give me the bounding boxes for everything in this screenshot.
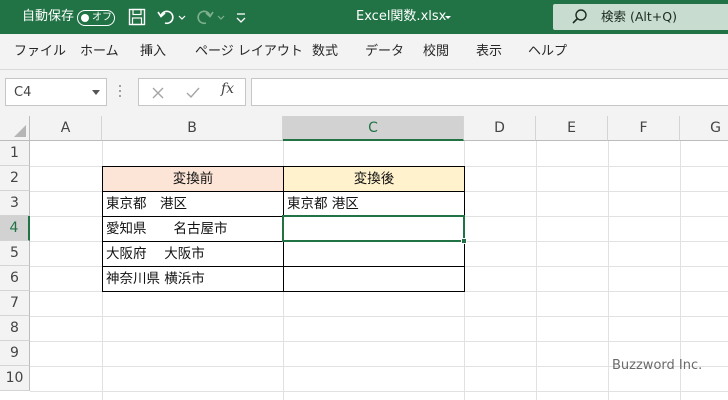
column-header-d[interactable]: D: [464, 116, 536, 141]
formula-bar: C4 fx: [0, 70, 728, 116]
autosave-toggle[interactable]: オフ: [77, 10, 115, 26]
menu-review[interactable]: 校閲: [423, 34, 449, 70]
column-header-c[interactable]: C: [283, 116, 464, 141]
row-header-5[interactable]: 5: [0, 241, 30, 266]
column-header-b[interactable]: B: [102, 116, 283, 141]
row-header-8[interactable]: 8: [0, 316, 30, 341]
toggle-knob: [81, 13, 89, 22]
document-title[interactable]: Excel関数.xlsx: [356, 0, 446, 34]
column-header-e[interactable]: E: [536, 116, 608, 141]
search-icon: [572, 9, 587, 24]
select-all-triangle-icon: [14, 125, 26, 137]
watermark: Buzzword Inc.: [612, 358, 703, 373]
select-all-button[interactable]: [0, 116, 30, 141]
name-box[interactable]: C4: [5, 78, 107, 106]
insert-function-icon[interactable]: fx: [221, 81, 234, 97]
cancel-icon[interactable]: [149, 84, 167, 102]
search-placeholder: 検索 (Alt+Q): [601, 9, 677, 24]
save-icon[interactable]: [127, 7, 147, 27]
gridline: [608, 141, 609, 400]
formula-input[interactable]: [251, 78, 728, 106]
search-box[interactable]: 検索 (Alt+Q): [553, 4, 728, 30]
undo-icon[interactable]: [156, 7, 176, 27]
row-header-9[interactable]: 9: [0, 341, 30, 366]
gridline: [30, 316, 728, 317]
menu-data[interactable]: データ: [365, 34, 404, 70]
row-header-3[interactable]: 3: [0, 191, 30, 216]
redo-dropdown-icon[interactable]: [215, 7, 227, 27]
column-header-a[interactable]: A: [30, 116, 102, 141]
title-bar: 自動保存 オフ Excel関数.xlsx 検索 (Alt+Q): [0, 0, 728, 34]
column-header-f[interactable]: F: [608, 116, 680, 141]
column-header-g[interactable]: G: [680, 116, 728, 141]
name-box-value: C4: [14, 85, 32, 100]
title-dropdown-icon[interactable]: [443, 7, 453, 27]
gridline: [30, 341, 728, 342]
menu-formulas[interactable]: 数式: [312, 34, 338, 70]
formula-buttons: fx: [138, 78, 246, 106]
autosave-label: 自動保存: [22, 9, 75, 24]
row-header-1[interactable]: 1: [0, 141, 30, 166]
menu-page-layout[interactable]: ページ レイアウト: [195, 34, 303, 70]
gridline: [536, 141, 537, 400]
formula-bar-grip-icon[interactable]: [118, 82, 122, 100]
redo-icon[interactable]: [195, 7, 215, 27]
name-box-dropdown-icon[interactable]: [92, 90, 100, 95]
active-cell-selection: [282, 215, 467, 244]
row-header-2[interactable]: 2: [0, 166, 30, 191]
autosave-state: オフ: [92, 12, 112, 23]
menu-help[interactable]: ヘルプ: [528, 34, 567, 70]
menu-view[interactable]: 表示: [476, 34, 502, 70]
row-header-7[interactable]: 7: [0, 291, 30, 316]
row-header-6[interactable]: 6: [0, 266, 30, 291]
menu-home[interactable]: ホーム: [80, 34, 119, 70]
gridline: [30, 391, 728, 392]
menu-bar: ファイル ホーム 挿入 ページ レイアウト 数式 データ 校閲 表示 ヘルプ: [0, 34, 728, 70]
customize-toolbar-icon[interactable]: [234, 7, 248, 27]
fill-handle[interactable]: [461, 238, 467, 244]
enter-check-icon[interactable]: [184, 84, 202, 102]
menu-file[interactable]: ファイル: [14, 34, 66, 70]
row-header-10[interactable]: 10: [0, 366, 30, 391]
menu-insert[interactable]: 挿入: [140, 34, 166, 70]
undo-dropdown-icon[interactable]: [176, 7, 188, 27]
row-header-4[interactable]: 4: [0, 216, 30, 241]
